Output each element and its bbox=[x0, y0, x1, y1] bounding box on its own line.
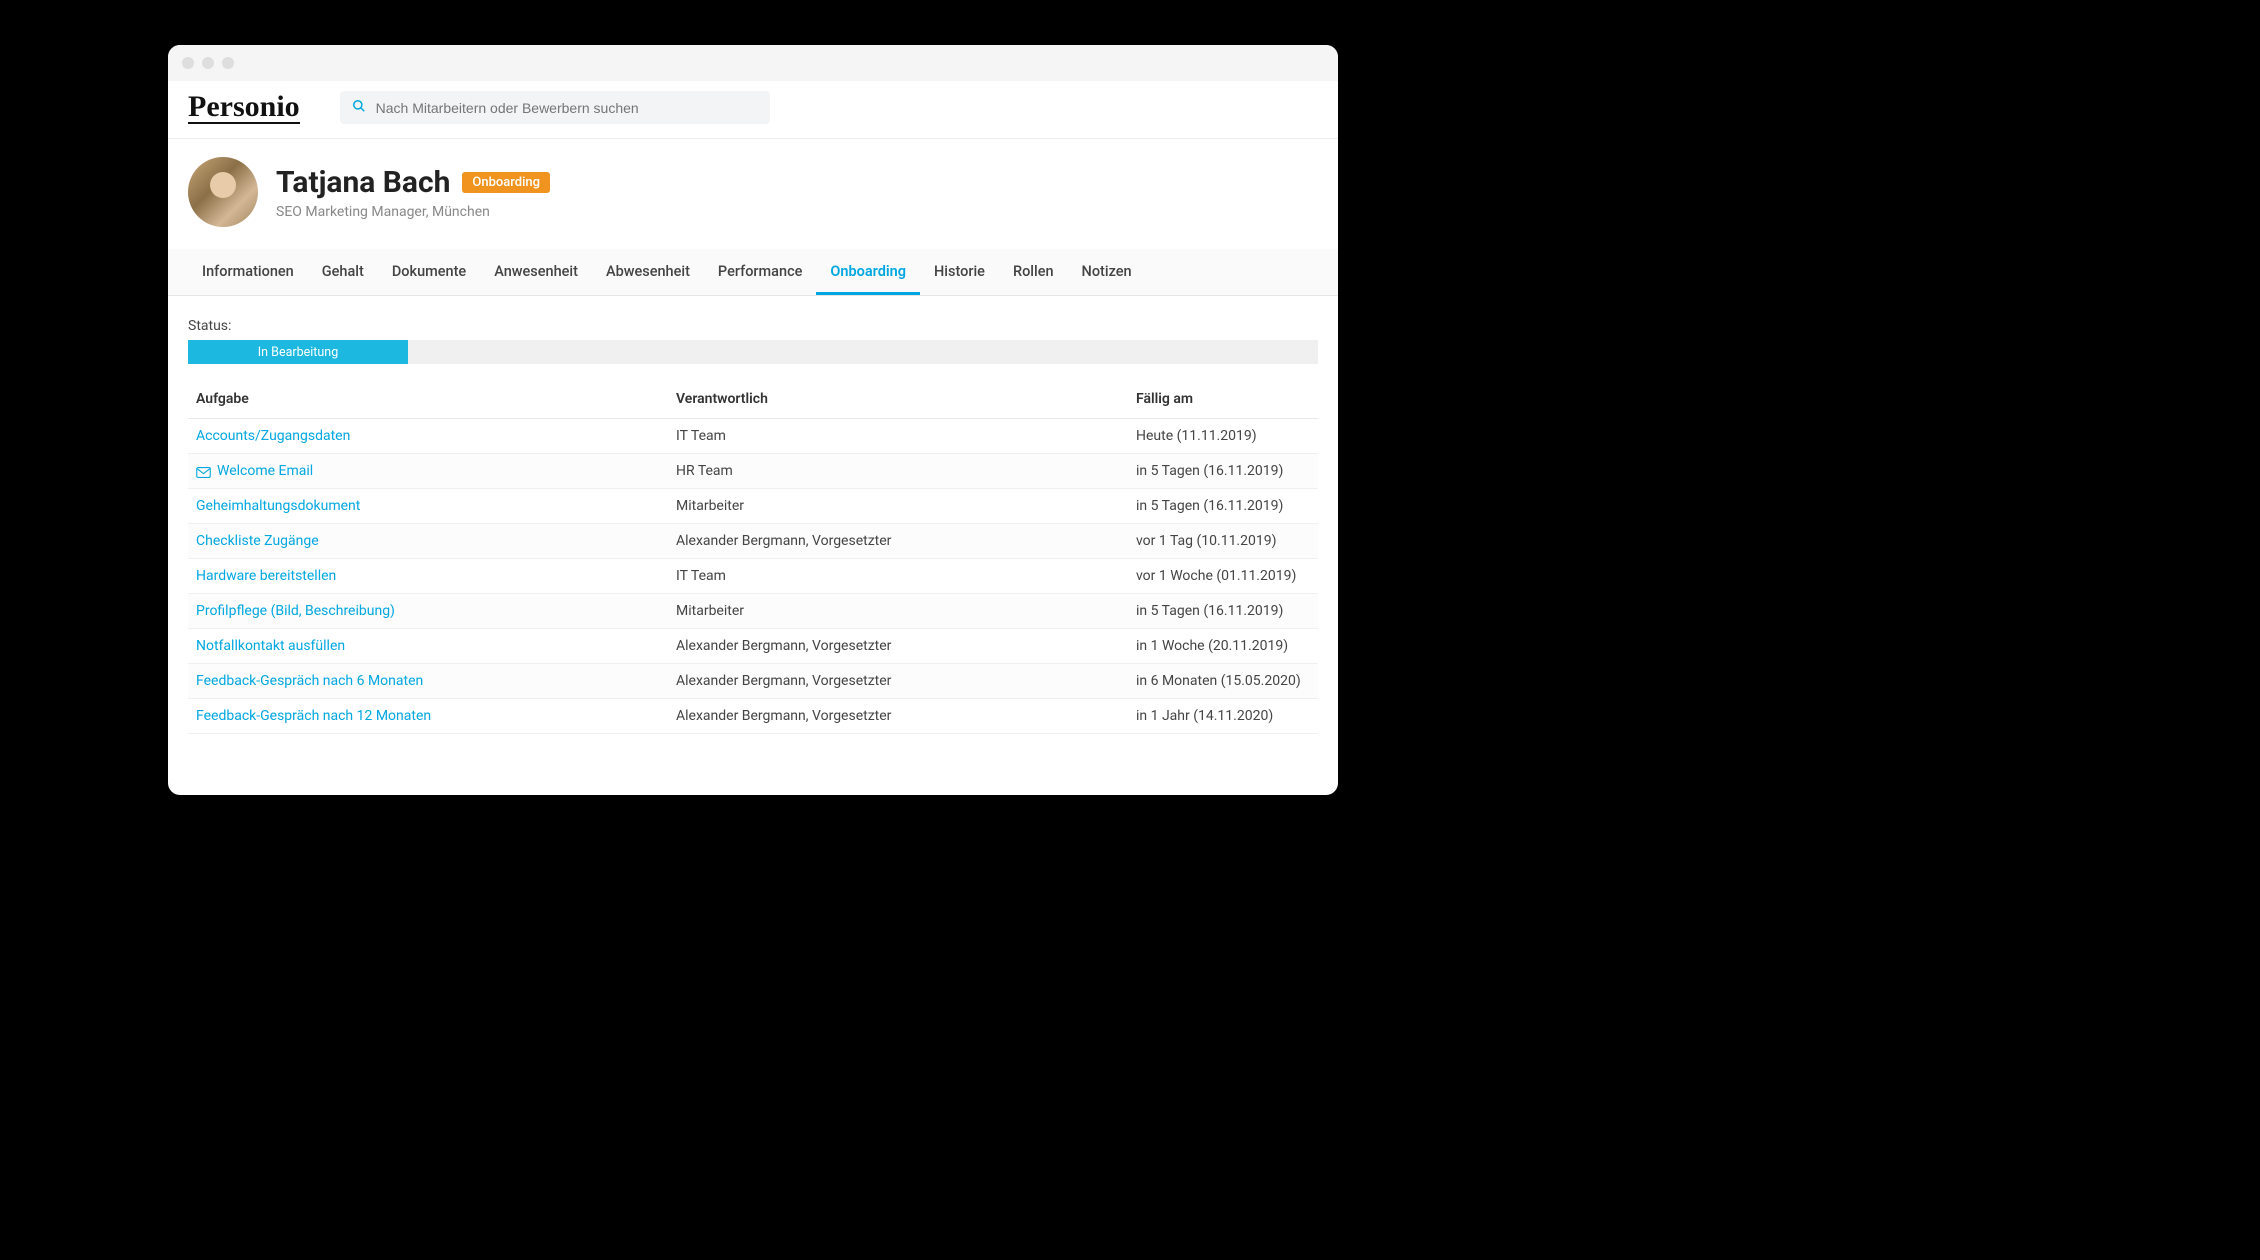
responsible-cell: Alexander Bergmann, Vorgesetzter bbox=[676, 638, 1136, 654]
tab-gehalt[interactable]: Gehalt bbox=[308, 249, 378, 295]
tab-onboarding[interactable]: Onboarding bbox=[816, 249, 920, 295]
table-row: Feedback-Gespräch nach 12 Monaten Alexand… bbox=[188, 699, 1318, 734]
window-minimize-button[interactable] bbox=[202, 57, 214, 69]
tab-informationen[interactable]: Informationen bbox=[188, 249, 308, 295]
content-area: Status: In Bearbeitung Aufgabe Verantwor… bbox=[168, 296, 1338, 795]
task-label: Hardware bereitstellen bbox=[196, 568, 336, 584]
due-cell: in 6 Monaten (15.05.2020) bbox=[1136, 673, 1310, 689]
responsible-cell: IT Team bbox=[676, 428, 1136, 444]
table-row: Hardware bereitstellen IT Teamvor 1 Woche… bbox=[188, 559, 1318, 594]
table-row: Geheimhaltungsdokument Mitarbeiterin 5 Ta… bbox=[188, 489, 1318, 524]
responsible-cell: Mitarbeiter bbox=[676, 498, 1136, 514]
tab-historie[interactable]: Historie bbox=[920, 249, 999, 295]
search-box[interactable] bbox=[340, 91, 770, 124]
due-cell: in 1 Jahr (14.11.2020) bbox=[1136, 708, 1310, 724]
table-row: Profilpflege (Bild, Beschreibung) Mitarbe… bbox=[188, 594, 1318, 629]
top-bar: Personio bbox=[168, 81, 1338, 139]
search-icon bbox=[352, 98, 366, 117]
table-row: Checkliste Zugänge Alexander Bergmann, Vo… bbox=[188, 524, 1318, 559]
tab-notizen[interactable]: Notizen bbox=[1068, 249, 1146, 295]
task-label: Notfallkontakt ausfüllen bbox=[196, 638, 345, 654]
window-close-button[interactable] bbox=[182, 57, 194, 69]
task-label: Checkliste Zugänge bbox=[196, 533, 319, 549]
table-row: Welcome Email HR Teamin 5 Tagen (16.11.20… bbox=[188, 454, 1318, 489]
task-link[interactable]: Feedback-Gespräch nach 6 Monaten bbox=[196, 673, 676, 689]
status-progress-value: In Bearbeitung bbox=[188, 340, 408, 364]
window-maximize-button[interactable] bbox=[222, 57, 234, 69]
task-label: Feedback-Gespräch nach 6 Monaten bbox=[196, 673, 423, 689]
responsible-cell: Alexander Bergmann, Vorgesetzter bbox=[676, 708, 1136, 724]
app-window: Personio Tatjana Bach Onboarding SEO Mar… bbox=[168, 45, 1338, 795]
task-link[interactable]: Profilpflege (Bild, Beschreibung) bbox=[196, 603, 676, 619]
responsible-cell: HR Team bbox=[676, 463, 1136, 479]
task-label: Profilpflege (Bild, Beschreibung) bbox=[196, 603, 395, 619]
due-cell: in 5 Tagen (16.11.2019) bbox=[1136, 498, 1310, 514]
responsible-cell: Mitarbeiter bbox=[676, 603, 1136, 619]
status-label: Status: bbox=[188, 318, 1318, 334]
status-badge: Onboarding bbox=[462, 172, 550, 193]
task-label: Geheimhaltungsdokument bbox=[196, 498, 360, 514]
due-cell: vor 1 Woche (01.11.2019) bbox=[1136, 568, 1310, 584]
profile-header: Tatjana Bach Onboarding SEO Marketing Ma… bbox=[168, 139, 1338, 249]
tab-anwesenheit[interactable]: Anwesenheit bbox=[480, 249, 592, 295]
avatar[interactable] bbox=[188, 157, 258, 227]
table-row: Notfallkontakt ausfüllen Alexander Bergma… bbox=[188, 629, 1318, 664]
col-header-due: Fällig am bbox=[1136, 391, 1310, 407]
task-label: Accounts/Zugangsdaten bbox=[196, 428, 350, 444]
task-link[interactable]: Hardware bereitstellen bbox=[196, 568, 676, 584]
window-titlebar bbox=[168, 45, 1338, 81]
profile-info: Tatjana Bach Onboarding SEO Marketing Ma… bbox=[276, 165, 550, 220]
task-label: Welcome Email bbox=[217, 463, 313, 479]
responsible-cell: Alexander Bergmann, Vorgesetzter bbox=[676, 533, 1136, 549]
responsible-cell: Alexander Bergmann, Vorgesetzter bbox=[676, 673, 1136, 689]
task-link[interactable]: Feedback-Gespräch nach 12 Monaten bbox=[196, 708, 676, 724]
due-cell: in 5 Tagen (16.11.2019) bbox=[1136, 603, 1310, 619]
task-link[interactable]: Checkliste Zugänge bbox=[196, 533, 676, 549]
table-header: Aufgabe Verantwortlich Fällig am bbox=[188, 382, 1318, 419]
tab-performance[interactable]: Performance bbox=[704, 249, 817, 295]
tab-dokumente[interactable]: Dokumente bbox=[378, 249, 480, 295]
task-link[interactable]: Notfallkontakt ausfüllen bbox=[196, 638, 676, 654]
col-header-responsible: Verantwortlich bbox=[676, 391, 1136, 407]
due-cell: in 1 Woche (20.11.2019) bbox=[1136, 638, 1310, 654]
table-row: Accounts/Zugangsdaten IT TeamHeute (11.11… bbox=[188, 419, 1318, 454]
tab-abwesenheit[interactable]: Abwesenheit bbox=[592, 249, 704, 295]
mail-icon bbox=[196, 466, 211, 477]
tab-bar: InformationenGehaltDokumenteAnwesenheitA… bbox=[168, 249, 1338, 296]
status-progress-bar: In Bearbeitung bbox=[188, 340, 1318, 364]
due-cell: in 5 Tagen (16.11.2019) bbox=[1136, 463, 1310, 479]
task-link[interactable]: Accounts/Zugangsdaten bbox=[196, 428, 676, 444]
responsible-cell: IT Team bbox=[676, 568, 1136, 584]
table-row: Feedback-Gespräch nach 6 Monaten Alexande… bbox=[188, 664, 1318, 699]
brand-logo[interactable]: Personio bbox=[188, 92, 300, 124]
task-label: Feedback-Gespräch nach 12 Monaten bbox=[196, 708, 431, 724]
due-cell: Heute (11.11.2019) bbox=[1136, 428, 1310, 444]
col-header-task: Aufgabe bbox=[196, 391, 676, 407]
employee-name: Tatjana Bach bbox=[276, 165, 450, 200]
task-link[interactable]: Geheimhaltungsdokument bbox=[196, 498, 676, 514]
task-link[interactable]: Welcome Email bbox=[196, 463, 676, 479]
tasks-table: Aufgabe Verantwortlich Fällig am Account… bbox=[188, 382, 1318, 734]
due-cell: vor 1 Tag (10.11.2019) bbox=[1136, 533, 1310, 549]
tab-rollen[interactable]: Rollen bbox=[999, 249, 1068, 295]
employee-subtitle: SEO Marketing Manager, München bbox=[276, 204, 550, 220]
search-input[interactable] bbox=[376, 100, 758, 116]
